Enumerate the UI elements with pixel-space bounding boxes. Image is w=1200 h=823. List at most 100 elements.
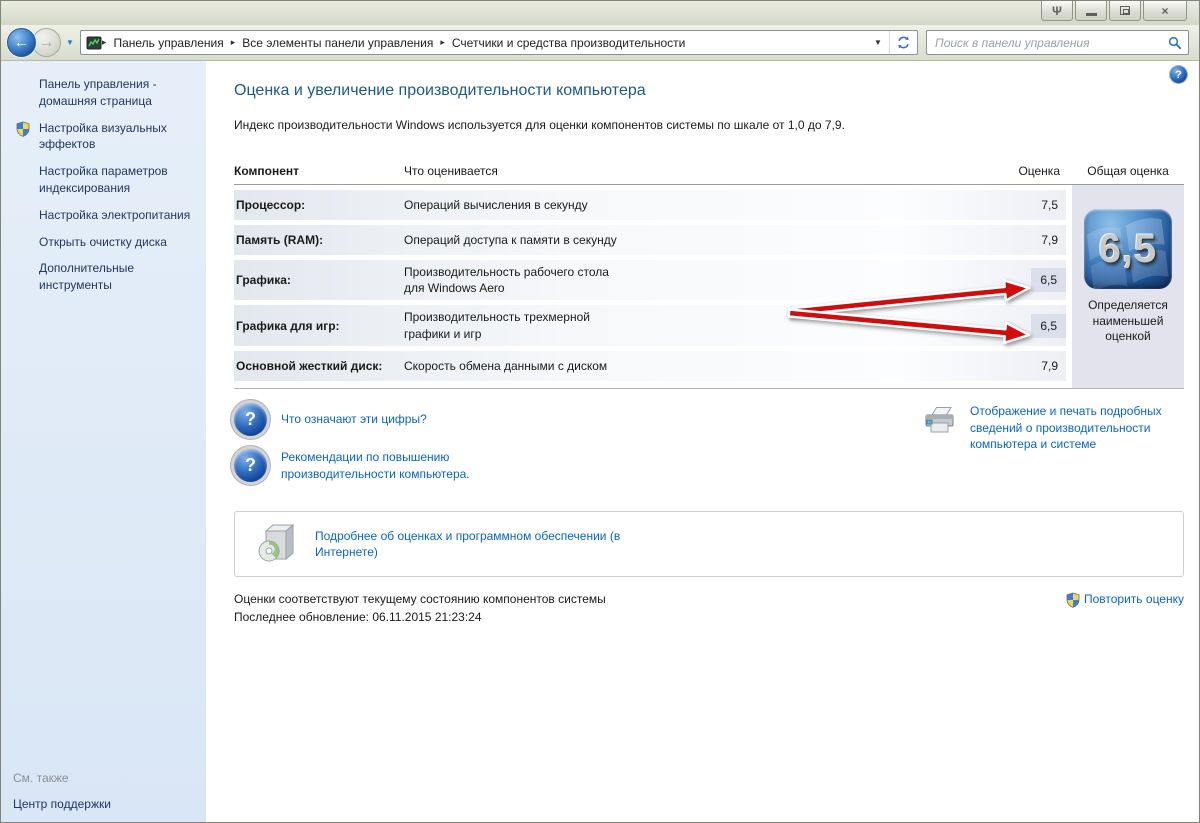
search-icon — [1168, 36, 1182, 50]
breadcrumb-separator-icon: ▸ — [440, 37, 445, 48]
close-icon: × — [1161, 4, 1168, 18]
score-value: 7,9 — [1033, 229, 1066, 251]
component-label: Процессор: — [234, 198, 404, 212]
sidebar-item-visual-effects[interactable]: Настройка визуальных эффектов — [13, 120, 198, 154]
sidebar-item-advanced-tools[interactable]: Дополнительные инструменты — [13, 260, 198, 294]
sidebar-item-indexing-options[interactable]: Настройка параметров индексирования — [13, 163, 198, 197]
uac-shield-icon — [15, 121, 31, 137]
score-value: 7,5 — [1033, 194, 1066, 216]
what-numbers-link[interactable]: Что означают эти цифры? — [281, 411, 427, 428]
sidebar-item-power-settings[interactable]: Настройка электропитания — [13, 207, 198, 224]
rerun-assessment-button[interactable]: Повторить оценку — [1065, 591, 1184, 608]
sidebar-item-action-center[interactable]: Центр поддержки — [13, 797, 111, 811]
print-details-block: Отображение и печать подробных сведений … — [922, 403, 1184, 496]
what-assessed-text: Производительность трехмерной графики и … — [404, 309, 619, 341]
forward-button[interactable]: → — [32, 28, 61, 57]
breadcrumb-control-panel[interactable]: Панель управления — [113, 36, 223, 50]
question-icon: ? — [245, 409, 256, 430]
uac-shield-icon — [1065, 592, 1081, 608]
table-row-processor: Процессор: Операций вычисления в секунду… — [234, 190, 1066, 220]
print-details-link[interactable]: Отображение и печать подробных сведений … — [970, 403, 1180, 453]
sidebar-item-label: Панель управления - домашняя страница — [39, 77, 157, 108]
breadcrumb: ▸ Панель управления ▸ Все элементы панел… — [102, 36, 867, 50]
score-value: 7,9 — [1033, 355, 1066, 377]
component-label: Память (RAM): — [234, 233, 404, 247]
search-input[interactable] — [935, 36, 1168, 50]
link-row-what-numbers: ? Что означают эти цифры? — [234, 403, 794, 436]
base-score-panel: 6,5 Определяется наименьшей оценкой — [1072, 185, 1184, 388]
sidebar-item-label: Дополнительные инструменты — [39, 261, 134, 292]
search-box — [926, 30, 1189, 55]
what-assessed-text: Скорость обмена данными с диском — [404, 358, 619, 374]
close-button[interactable]: × — [1143, 1, 1187, 21]
sidebar-item-label: Настройка параметров индексирования — [39, 164, 168, 195]
refresh-button[interactable] — [889, 31, 917, 54]
component-label: Графика для игр: — [234, 319, 404, 333]
address-bar[interactable]: ▸ Панель управления ▸ Все элементы панел… — [80, 30, 918, 55]
help-button[interactable]: ? — [1170, 66, 1187, 83]
improve-performance-link[interactable]: Рекомендации по повышению производительн… — [281, 449, 551, 483]
what-assessed-text: Операций вычисления в секунду — [404, 197, 619, 213]
sidebar-item-label: Открыть очистку диска — [39, 235, 167, 249]
score-value-highlighted: 6,5 — [1031, 314, 1066, 338]
title-bar: Ψ × — [1, 1, 1199, 25]
status-section: Оценки соответствуют текущему состоянию … — [234, 590, 1184, 626]
question-circle-icon[interactable]: ? — [234, 449, 267, 482]
page-title: Оценка и увеличение производительности к… — [234, 82, 1184, 100]
component-label: Графика: — [234, 273, 404, 287]
restore-icon — [1120, 6, 1130, 15]
what-assessed-text: Операций доступа к памяти в секунду — [404, 232, 619, 248]
intro-text: Индекс производительности Windows исполь… — [234, 116, 914, 134]
link-row-tips: ? Рекомендации по повышению производител… — [234, 449, 794, 483]
software-box-icon — [255, 523, 297, 565]
base-score-caption: Определяется наименьшей оценкой — [1080, 298, 1176, 345]
window-controls: Ψ × — [1041, 1, 1187, 21]
column-header-what-is-rated: Что оценивается — [404, 164, 994, 178]
breadcrumb-performance-tools[interactable]: Счетчики и средства производительности — [452, 36, 685, 50]
tools-button[interactable]: Ψ — [1041, 1, 1073, 21]
table-row-graphics: Графика: Производительность рабочего сто… — [234, 260, 1066, 300]
last-update-line: Последнее обновление: 06.11.2015 21:23:2… — [234, 608, 1184, 626]
see-also-section: См. также Центр поддержки — [13, 771, 111, 811]
status-line: Оценки соответствуют текущему состоянию … — [234, 590, 1184, 608]
back-button[interactable]: ← — [7, 28, 36, 57]
performance-table: Компонент Что оценивается Оценка Общая о… — [234, 164, 1184, 389]
table-row-memory: Память (RAM): Операций доступа к памяти … — [234, 225, 1066, 255]
minimize-button[interactable] — [1075, 1, 1107, 21]
table-row-primary-hard-disk: Основной жесткий диск: Скорость обмена д… — [234, 351, 1066, 381]
column-header-base-score: Общая оценка — [1072, 164, 1184, 178]
table-header: Компонент Что оценивается Оценка Общая о… — [234, 164, 1184, 184]
performance-monitor-icon — [86, 35, 102, 51]
recent-pages-dropdown[interactable]: ▼ — [66, 38, 74, 47]
sidebar-item-control-panel-home[interactable]: Панель управления - домашняя страница — [13, 76, 198, 110]
breadcrumb-separator-icon: ▸ — [231, 37, 236, 48]
sidebar-item-disk-cleanup[interactable]: Открыть очистку диска — [13, 234, 198, 251]
question-icon: ? — [245, 455, 256, 476]
breadcrumb-all-items[interactable]: Все элементы панели управления — [242, 36, 433, 50]
score-value-highlighted: 6,5 — [1031, 268, 1066, 292]
explorer-window: Ψ × ← → ▼ ▸ Панель управления ▸ Все элем… — [0, 0, 1200, 823]
address-dropdown-button[interactable]: ▼ — [867, 31, 889, 54]
learn-online-link[interactable]: Подробнее об оценках и программном обесп… — [315, 528, 625, 562]
question-circle-icon[interactable]: ? — [234, 403, 267, 436]
back-arrow-icon: ← — [14, 34, 30, 52]
table-row-gaming-graphics: Графика для игр: Производительность трех… — [234, 305, 1066, 345]
table-rows: Процессор: Операций вычисления в секунду… — [234, 185, 1066, 388]
main-content: ? Оценка и увеличение производительности… — [206, 61, 1199, 823]
sidebar-item-label: Настройка визуальных эффектов — [39, 121, 167, 152]
see-also-header: См. также — [13, 771, 111, 785]
column-header-score: Оценка — [1018, 164, 1066, 178]
base-score-badge: 6,5 — [1084, 209, 1172, 289]
breadcrumb-separator-icon: ▸ — [102, 37, 107, 48]
sidebar-item-label: Настройка электропитания — [39, 208, 190, 222]
printer-icon — [922, 405, 958, 435]
restore-button[interactable] — [1109, 1, 1141, 21]
what-assessed-text: Производительность рабочего стола для Wi… — [404, 264, 619, 296]
base-score-value: 6,5 — [1084, 209, 1172, 289]
rerun-assessment-label: Повторить оценку — [1084, 591, 1184, 608]
chevron-down-icon: ▼ — [874, 38, 882, 47]
question-icon: ? — [1175, 69, 1182, 81]
minimize-icon — [1086, 13, 1097, 16]
online-info-box: Подробнее об оценках и программном обесп… — [234, 511, 1184, 577]
forward-arrow-icon: → — [39, 34, 55, 52]
